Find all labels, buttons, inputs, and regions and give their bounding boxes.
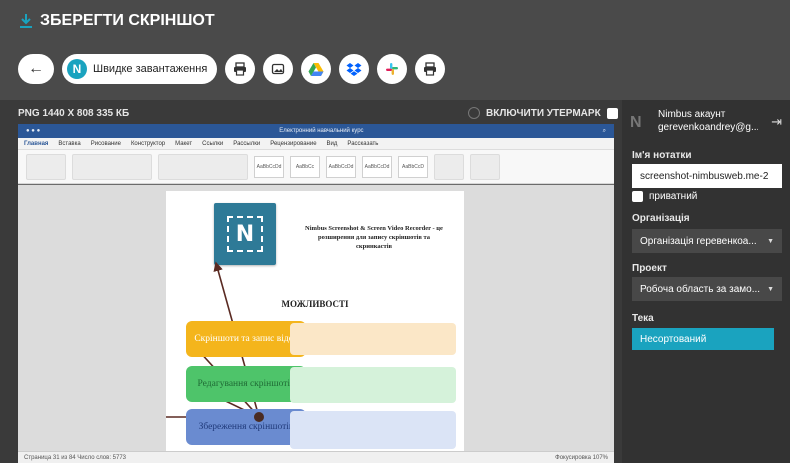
- preview-tab: Рассказать: [347, 140, 379, 147]
- google-drive-button[interactable]: [301, 54, 332, 84]
- nimbus-n-icon: N: [630, 114, 642, 131]
- preview-style-swatch: AaBbCc: [290, 155, 320, 178]
- screenshot-preview[interactable]: ● ● ● Електронний навчальний курс ⌕ Глав…: [18, 124, 614, 463]
- page-title: ЗБЕРЕГТИ СКРІНШОТ: [18, 12, 215, 30]
- print-alt-button[interactable]: [415, 54, 446, 84]
- watermark-label: ВКЛЮЧИТИ УТЕРМАРК: [486, 107, 601, 119]
- print-button[interactable]: [225, 54, 256, 84]
- download-icon: [20, 14, 32, 28]
- project-select[interactable]: Робоча область за замо... ▼: [632, 277, 782, 301]
- preview-status-bar: Страница 31 из 84 Число слов: 5773 Фокус…: [18, 451, 614, 463]
- save-image-button[interactable]: [263, 54, 294, 84]
- private-label: приватний: [649, 191, 698, 202]
- preview-ribbon-dictate: [434, 153, 464, 180]
- folder-item-unsorted[interactable]: Несортований: [632, 328, 774, 350]
- preview-tab: Рассылки: [233, 140, 261, 147]
- slack-button[interactable]: [377, 54, 408, 84]
- feature-desc-edit: [290, 367, 456, 403]
- preview-tab: Рецензирование: [270, 140, 317, 147]
- watermark-toggle[interactable]: ВКЛЮЧИТИ УТЕРМАРК: [468, 107, 618, 119]
- diagram-hub: [254, 412, 264, 422]
- preview-window-titlebar: ● ● ● Електронний навчальний курс ⌕: [18, 124, 614, 138]
- nimbus-logo-icon: N: [67, 59, 87, 79]
- google-drive-icon: [308, 63, 324, 76]
- preview-ribbon-paragraph: [158, 153, 248, 180]
- org-select[interactable]: Організація геревенкоа... ▼: [632, 229, 782, 253]
- dropbox-icon: [346, 63, 362, 76]
- private-checkbox[interactable]: [632, 191, 643, 202]
- action-toolbar: ← N Швидке завантаження: [18, 54, 446, 84]
- top-toolbar: ЗБЕРЕГТИ СКРІНШОТ ← N Швидке завантаженн…: [0, 0, 790, 100]
- preview-tab: Вставка: [58, 140, 81, 147]
- printer-icon: [234, 62, 247, 76]
- image-meta: PNG 1440 X 808 335 КБ: [18, 108, 130, 119]
- feature-box-edit: Редагування скріншотів: [186, 366, 306, 402]
- quick-upload-button[interactable]: N Швидке завантаження: [62, 54, 218, 84]
- preview-search-icon: ⌕: [602, 127, 606, 134]
- account-block: N Nimbus акаунт gerevenkoandrey@g... ⇥: [630, 108, 782, 144]
- folder-label: Тека: [632, 313, 654, 324]
- quick-upload-label: Швидке завантаження: [93, 63, 208, 75]
- preview-ribbon-font: [72, 153, 152, 180]
- preview-tab: Макет: [175, 140, 193, 147]
- preview-style-swatch: AaBbCcDd: [254, 155, 284, 178]
- feature-box-save: Збереження скріншотів: [186, 409, 306, 445]
- save-options-panel: N Nimbus акаунт gerevenkoandrey@g... ⇥ І…: [622, 100, 790, 463]
- preview-status-right: Фокусировка 107%: [555, 454, 608, 461]
- preview-ribbon: AaBbCcDd AaBbCc AaBbCcDd AaBbCcDd AaBbCc…: [18, 150, 614, 184]
- image-icon: [272, 63, 285, 75]
- private-toggle[interactable]: приватний: [632, 191, 697, 202]
- watermark-checkbox[interactable]: [606, 107, 618, 119]
- dropbox-button[interactable]: [339, 54, 370, 84]
- account-title: Nimbus акаунт: [658, 109, 726, 120]
- feature-desc-save: [290, 411, 456, 449]
- preview-style-swatch: AaBbCcDd: [326, 155, 356, 178]
- account-info: Nimbus акаунт gerevenkoandrey@g...: [658, 108, 758, 134]
- preview-tab: Главная: [24, 140, 49, 147]
- back-button[interactable]: ←: [18, 54, 54, 84]
- preview-tab: Ссылки: [202, 140, 224, 147]
- org-label: Організація: [632, 213, 690, 224]
- preview-ribbon-editor: [470, 153, 500, 180]
- preview-ribbon-tabs: Главная Вставка Рисование Конструктор Ма…: [18, 138, 614, 150]
- preview-style-swatch: AaBbCcDd: [362, 155, 392, 178]
- arrow-left-icon: ←: [28, 60, 44, 77]
- preview-tab: Конструктор: [130, 140, 166, 147]
- preview-document-area: N Nimbus Screenshot & Screen Video Recor…: [18, 185, 614, 453]
- caret-down-icon: ▼: [767, 237, 774, 245]
- preview-tab: Вид: [326, 140, 338, 147]
- org-value: Організація геревенкоа...: [640, 235, 757, 247]
- loading-spinner-icon: [468, 107, 480, 119]
- preview-style-swatch: AaBbCcD: [398, 155, 428, 178]
- preview-window-controls: ● ● ●: [26, 128, 41, 134]
- preview-tab: Рисование: [90, 140, 121, 147]
- page-title-text: ЗБЕРЕГТИ СКРІНШОТ: [40, 12, 215, 29]
- printer-icon: [424, 62, 437, 76]
- logout-icon[interactable]: ⇥: [771, 114, 782, 130]
- note-name-input[interactable]: [632, 164, 782, 188]
- account-email: gerevenkoandrey@g...: [658, 122, 758, 133]
- slack-icon: [386, 63, 399, 75]
- preview-window-title: Електронний навчальний курс: [279, 128, 364, 134]
- project-value: Робоча область за замо...: [640, 283, 761, 295]
- feature-box-capture: Скріншоти та запис відео: [186, 321, 306, 357]
- project-label: Проект: [632, 263, 667, 274]
- preview-ribbon-paste: [26, 153, 66, 180]
- preview-document-page: N Nimbus Screenshot & Screen Video Recor…: [166, 191, 464, 453]
- caret-down-icon: ▼: [767, 285, 774, 293]
- preview-status-left: Страница 31 из 84 Число слов: 5773: [24, 454, 127, 461]
- note-name-label: Ім'я нотатки: [632, 150, 692, 161]
- feature-desc-capture: [290, 323, 456, 355]
